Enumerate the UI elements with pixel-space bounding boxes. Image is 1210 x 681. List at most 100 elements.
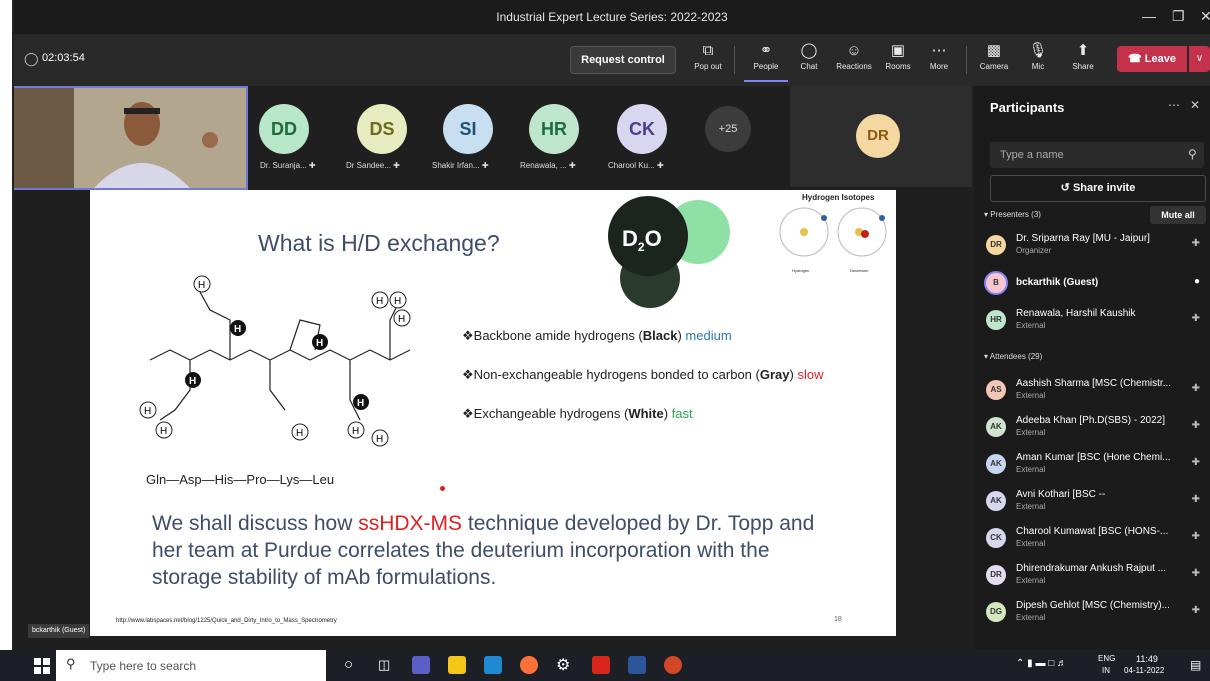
participant-row[interactable]: HR Renawala, Harshil Kaushik External ✚ — [984, 306, 1204, 340]
participant-row[interactable]: DR Dhirendrakumar Ankush Rajput ... Exte… — [984, 561, 1204, 595]
mic-icon: ● — [1193, 276, 1200, 287]
reactions-button[interactable]: ☺ Reactions — [832, 42, 876, 71]
avatar: B — [984, 271, 1008, 295]
participant-row[interactable]: CK Charool Kumawat [BSC (HONS-... Extern… — [984, 524, 1204, 558]
leave-options-chevron-icon[interactable]: ∨ — [1189, 46, 1210, 72]
panel-more-icon[interactable]: ⋯ — [1168, 98, 1180, 112]
svg-text:H: H — [357, 398, 364, 409]
participant-name: Renawala, ... ✚ — [520, 161, 576, 170]
leave-button[interactable]: ☎ Leave — [1117, 46, 1187, 72]
svg-text:H: H — [296, 428, 303, 439]
powerpoint-app-icon[interactable] — [664, 656, 682, 674]
meeting-toolbar: ◯ 02:03:54 Request control ⧉ Pop out ⚭ Peo… — [14, 34, 1210, 86]
mic-off-icon: ✚ — [1191, 531, 1200, 542]
slide-page-number: 18 — [834, 616, 842, 623]
share-icon: ↺ — [1060, 182, 1070, 194]
participant-row[interactable]: B bckarthik (Guest) ● — [984, 269, 1204, 303]
svg-text:H: H — [352, 426, 359, 437]
svg-text:H: H — [376, 296, 383, 307]
word-app-icon[interactable] — [628, 656, 646, 674]
rooms-icon: ▣ — [890, 42, 906, 59]
isotope-label-hydrogen: Hydrogen — [792, 268, 810, 273]
mute-all-button[interactable]: Mute all — [1150, 206, 1206, 224]
close-icon[interactable]: ✕ — [1190, 98, 1200, 112]
avatar-ds[interactable]: DS — [357, 104, 407, 154]
mic-off-icon: ✚ — [568, 161, 576, 170]
system-tray-icons[interactable]: ⌃ ▮ ▬ □ ♬ — [1016, 658, 1067, 669]
maximize-icon[interactable]: ❐ — [1172, 8, 1185, 25]
avatar-dr: DR — [856, 114, 900, 158]
share-icon: ⬆ — [1076, 42, 1090, 59]
presenters-header[interactable]: ▾ Presenters (3) — [984, 210, 1041, 219]
chat-icon: ◯ — [800, 42, 818, 59]
language-indicator[interactable]: ENG — [1098, 654, 1115, 663]
chat-button[interactable]: ◯ Chat — [787, 42, 831, 71]
participant-tile-dr[interactable]: DR — [790, 86, 972, 187]
participants-panel: Participants ⋯ ✕ Type a name ⚲ ↺ Share i… — [974, 86, 1210, 650]
shared-slide: What is H/D exchange? D2O Hydrogen Isoto… — [90, 190, 896, 636]
notifications-icon[interactable]: ▤ — [1190, 658, 1201, 672]
teams-app-icon[interactable] — [412, 656, 430, 674]
participant-name: Charool Ku... ✚ — [608, 161, 664, 170]
clock-time[interactable]: 11:49 — [1136, 654, 1158, 664]
mic-off-icon: ✚ — [481, 161, 489, 170]
avatar-ck[interactable]: CK — [617, 104, 667, 154]
file-explorer-icon[interactable] — [448, 656, 466, 674]
mic-off-icon: ✚ — [1191, 494, 1200, 505]
participant-row[interactable]: AK Adeeba Khan [Ph.D(SBS) - 2022] Extern… — [984, 413, 1204, 447]
participant-search-input[interactable]: Type a name ⚲ — [990, 142, 1204, 168]
clock-date[interactable]: 04-11-2022 — [1124, 666, 1164, 675]
slide-paragraph: We shall discuss how ssHDX-MS technique … — [152, 512, 815, 589]
phone-icon: ☎ — [1128, 53, 1142, 65]
svg-text:H: H — [316, 338, 323, 349]
firefox-app-icon[interactable] — [520, 656, 538, 674]
windows-start-icon[interactable] — [34, 658, 50, 674]
avatar-si[interactable]: SI — [443, 104, 493, 154]
share-button[interactable]: ⬆ Share — [1061, 42, 1105, 71]
minimize-icon[interactable]: — — [1142, 8, 1156, 24]
svg-text:H: H — [234, 324, 241, 335]
taskbar-search-input[interactable]: ⚲ Type here to search — [56, 650, 326, 681]
mic-button[interactable]: 🎙 Mic — [1016, 42, 1060, 71]
mic-off-icon: ✚ — [1191, 383, 1200, 394]
more-participants-button[interactable]: +25 — [705, 106, 751, 152]
mic-off-icon: ✚ — [308, 161, 316, 170]
reactions-icon: ☺ — [846, 42, 862, 59]
hydrogen-isotopes-diagram — [779, 207, 887, 257]
region-indicator[interactable]: IN — [1102, 666, 1110, 675]
participant-name: Dr. Suranja... ✚ — [260, 161, 316, 170]
acrobat-app-icon[interactable] — [592, 656, 610, 674]
participant-row[interactable]: DG Dipesh Gehlot [MSC (Chemistry)... Ext… — [984, 598, 1204, 632]
slide-title: What is H/D exchange? — [258, 230, 500, 256]
participant-row[interactable]: DR Dr. Sriparna Ray [MU - Jaipur] Organi… — [984, 231, 1204, 265]
participant-row[interactable]: AK Aman Kumar [BSC (Hone Chemi... Extern… — [984, 450, 1204, 484]
participant-row[interactable]: AS Aashish Sharma [MSC (Chemistr... Exte… — [984, 376, 1204, 410]
participant-row[interactable]: AK Avni Kothari [BSC -- External ✚ — [984, 487, 1204, 521]
title-bar: Industrial Expert Lecture Series: 2022-2… — [14, 0, 1210, 34]
bullet-exchangeable: ❖Exchangeable hydrogens (White) fast — [462, 406, 693, 421]
popout-button[interactable]: ⧉ Pop out — [686, 42, 730, 71]
avatar: AK — [986, 491, 1006, 511]
close-icon[interactable]: ✕ — [1200, 8, 1210, 25]
camera-button[interactable]: ▩ Camera — [972, 42, 1016, 71]
more-icon: ⋯ — [931, 42, 947, 59]
search-icon: ⚲ — [66, 656, 76, 671]
settings-app-icon[interactable]: ⚙ — [556, 655, 570, 675]
request-control-button[interactable]: Request control — [570, 46, 676, 74]
more-button[interactable]: ⋯ More — [917, 42, 961, 71]
share-invite-button[interactable]: ↺ Share invite — [990, 175, 1206, 202]
rooms-button[interactable]: ▣ Rooms — [876, 42, 920, 71]
windows-taskbar: ⚲ Type here to search ○ ◫ ⚙ ⌃ ▮ ▬ □ ♬ EN… — [0, 650, 1210, 681]
avatar-hr[interactable]: HR — [529, 104, 579, 154]
popout-icon: ⧉ — [702, 42, 714, 59]
peptide-structure-diagram: H H H H H H H H H H H H H — [139, 275, 411, 447]
outlook-app-icon[interactable] — [484, 656, 502, 674]
cortana-icon[interactable]: ○ — [344, 656, 353, 673]
attendees-header[interactable]: ▾ Attendees (29) — [984, 352, 1042, 361]
isotopes-title: Hydrogen Isotopes — [802, 193, 875, 202]
mic-off-icon: ✚ — [1191, 238, 1200, 249]
avatar-dd[interactable]: DD — [259, 104, 309, 154]
people-button[interactable]: ⚭ People — [744, 42, 788, 82]
task-view-icon[interactable]: ◫ — [378, 657, 390, 673]
presenter-name-tag: bckarthik (Guest) — [28, 624, 90, 638]
